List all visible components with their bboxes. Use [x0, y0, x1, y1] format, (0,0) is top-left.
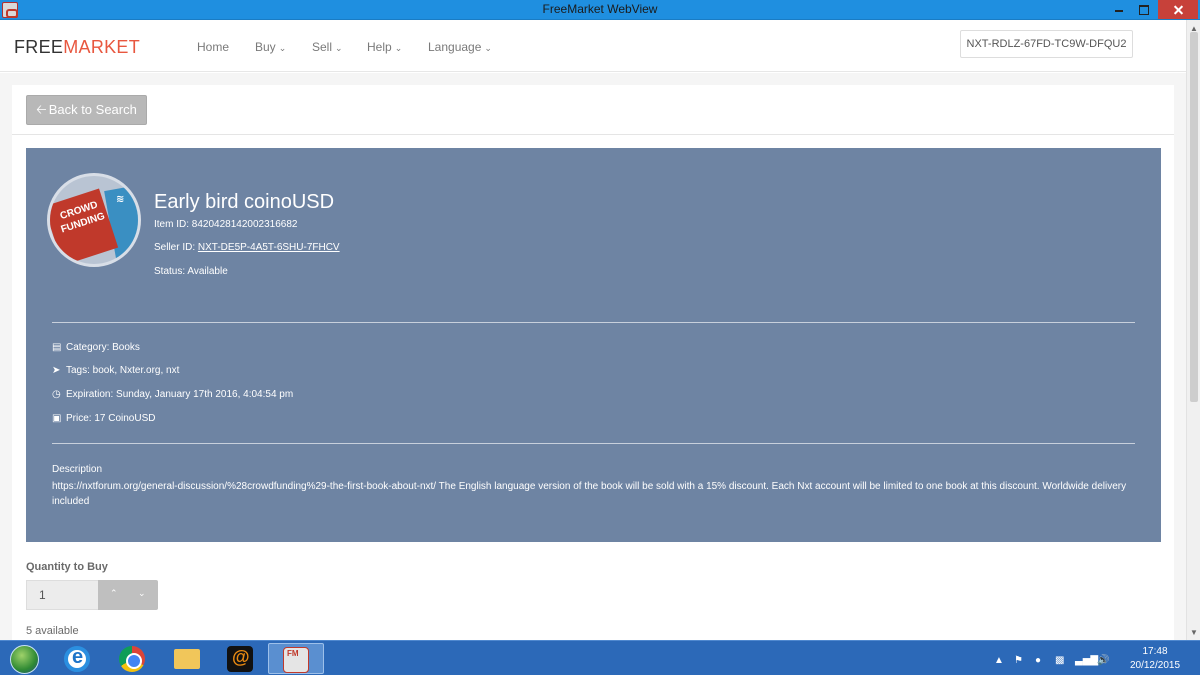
- price-row: ▣ Price: 17 CoinoUSD: [52, 413, 155, 424]
- internet-explorer-taskbar-button[interactable]: [50, 643, 106, 674]
- description-label: Description: [52, 464, 103, 475]
- expiration-row: ◷ Expiration: Sunday, January 17th 2016, …: [52, 389, 293, 400]
- chrome-icon: [119, 646, 145, 672]
- clock-icon: ◷: [52, 389, 61, 400]
- account-id-box[interactable]: NXT-RDLZ-67FD-TC9W-DFQU2: [960, 30, 1133, 58]
- quantity-input[interactable]: 1: [26, 580, 99, 610]
- category-row: ▤ Category: Books: [52, 342, 140, 353]
- restore-button[interactable]: [1133, 0, 1155, 19]
- network-app-icon[interactable]: ●: [1035, 655, 1041, 666]
- item-card: ≋ CROWD FUNDING Early bird coinoUSD Item…: [26, 148, 1161, 542]
- tags-icon: ➤: [52, 365, 61, 376]
- chevron-down-icon: ⌄: [335, 43, 343, 53]
- price-text: Price: 17 CoinoUSD: [66, 413, 156, 424]
- toolbar-panel: [12, 85, 1174, 135]
- seller-id-row: Seller ID: NXT-DE5P-4A5T-6SHU-7FHCV: [154, 242, 340, 253]
- clock-time: 17:48: [1142, 646, 1168, 657]
- nav-home-label: Home: [197, 40, 230, 54]
- tags-text: Tags: book, Nxter.org, nxt: [66, 365, 180, 376]
- close-button[interactable]: [1158, 0, 1198, 19]
- chevron-down-icon: ⌄: [394, 43, 403, 53]
- expiration-text: Expiration: Sunday, January 17th 2016, 4…: [66, 389, 294, 400]
- spiral-app-taskbar-button[interactable]: [213, 643, 269, 674]
- credit-card-icon: ▤: [52, 342, 62, 353]
- brand-part-free: FREE: [14, 37, 64, 57]
- minimize-button[interactable]: [1106, 0, 1132, 19]
- quantity-label: Quantity to Buy: [26, 561, 108, 573]
- file-explorer-taskbar-button[interactable]: [160, 643, 216, 674]
- category-text: Category: Books: [66, 342, 140, 353]
- quantity-stepper[interactable]: ⌃ ⌄: [98, 580, 158, 610]
- brand-part-market: MARKET: [63, 37, 141, 57]
- device-icon[interactable]: ▩: [1055, 655, 1064, 666]
- top-navbar: FREEMARKET Home Buy ⌄ Sell ⌄ Help ⌄ Languag…: [0, 20, 1186, 72]
- seller-id-label: Seller ID:: [154, 242, 198, 253]
- chevron-down-icon: ⌄: [484, 43, 492, 53]
- flag-icon[interactable]: ⚑: [1014, 655, 1023, 666]
- item-title: Early bird coinoUSD: [154, 191, 335, 213]
- start-button[interactable]: [4, 644, 42, 674]
- internet-explorer-icon: [64, 646, 90, 672]
- nav-buy-label: Buy: [255, 40, 276, 54]
- nav-help-label: Help: [367, 40, 392, 54]
- chrome-taskbar-button[interactable]: [105, 643, 161, 674]
- nav-sell[interactable]: Sell ⌄: [312, 40, 343, 54]
- chevron-down-icon[interactable]: ⌄: [138, 588, 146, 599]
- available-count: 5 available: [26, 625, 79, 637]
- scroll-down-icon[interactable]: ▼: [1190, 628, 1198, 637]
- nav-language[interactable]: Language ⌄: [428, 40, 492, 54]
- speaker-icon[interactable]: 🔊: [1097, 655, 1109, 666]
- chevron-down-icon: ⌄: [278, 43, 287, 53]
- window-titlebar: FreeMarket WebView: [0, 0, 1200, 20]
- back-button-label: Back to Search: [48, 102, 137, 117]
- nxt-logo-icon: ≋: [116, 194, 125, 205]
- back-to-search-button[interactable]: 🡠 Back to Search: [26, 95, 147, 125]
- divider: [52, 322, 1135, 323]
- spiral-icon: [227, 646, 253, 672]
- divider: [52, 443, 1135, 444]
- freemarket-taskbar-button[interactable]: [268, 643, 324, 674]
- vertical-scrollbar[interactable]: ▲ ▼: [1186, 20, 1200, 640]
- nav-sell-label: Sell: [312, 40, 333, 54]
- nav-home[interactable]: Home: [197, 40, 229, 54]
- nav-help[interactable]: Help ⌄: [367, 40, 402, 54]
- nav-buy[interactable]: Buy ⌄: [255, 40, 286, 54]
- item-id: Item ID: 8420428142002316682: [154, 219, 298, 230]
- show-hidden-icons-icon[interactable]: ▲: [994, 655, 1004, 666]
- folder-icon: [174, 649, 200, 669]
- arrow-left-icon: 🡠: [36, 102, 47, 117]
- seller-id-link[interactable]: NXT-DE5P-4A5T-6SHU-7FHCV: [198, 242, 340, 253]
- system-clock[interactable]: 17:48 20/12/2015: [1120, 645, 1190, 673]
- signal-bars-icon[interactable]: ▃▅▇: [1075, 655, 1098, 666]
- item-image: ≋ CROWD FUNDING: [47, 173, 141, 267]
- window-title: FreeMarket WebView: [542, 2, 658, 16]
- scroll-thumb[interactable]: [1190, 32, 1198, 402]
- clock-date: 20/12/2015: [1129, 660, 1181, 671]
- chevron-up-icon[interactable]: ⌃: [110, 588, 118, 599]
- tags-row: ➤ Tags: book, Nxter.org, nxt: [52, 365, 179, 376]
- freemarket-icon: [283, 647, 309, 673]
- item-status: Status: Available: [154, 266, 228, 277]
- description-text: https://nxtforum.org/general-discussion/…: [52, 481, 1127, 507]
- brand-logo[interactable]: FREEMARKET: [14, 37, 140, 58]
- nav-language-label: Language: [428, 40, 482, 54]
- money-icon: ▣: [52, 413, 62, 424]
